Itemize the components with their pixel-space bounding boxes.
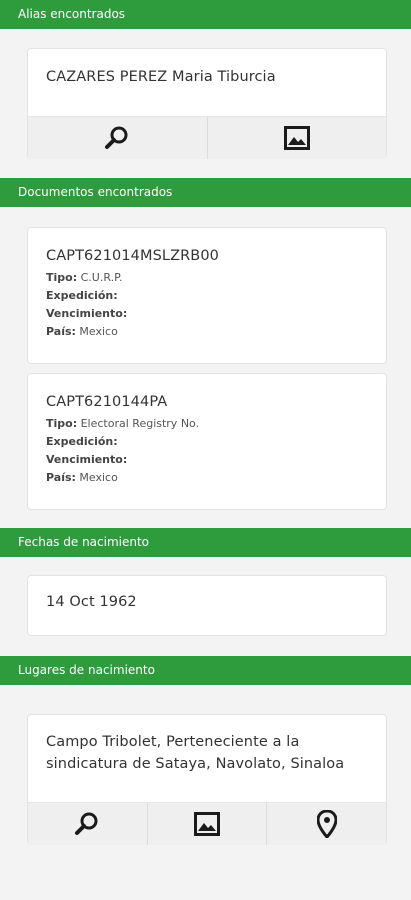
alias-actions xyxy=(28,116,386,159)
alias-search-button[interactable] xyxy=(28,117,207,159)
image-icon xyxy=(283,126,310,150)
alias-card: CAZARES PEREZ Maria Tiburcia xyxy=(27,48,387,159)
birth-places-section-header: Lugares de nacimiento xyxy=(0,656,411,685)
search-icon xyxy=(74,811,100,837)
alias-image-button[interactable] xyxy=(206,117,387,159)
search-icon xyxy=(104,125,130,151)
document-number: CAPT621014MSLZRB00 xyxy=(46,248,219,264)
document-expedicion: Expedición: xyxy=(46,289,118,302)
birth-date-card: 14 Oct 1962 xyxy=(27,575,387,636)
alias-section-header: Alias encontrados xyxy=(0,0,411,29)
map-pin-icon xyxy=(316,810,337,838)
birth-place-card: Campo Tribolet, Perteneciente a la sindi… xyxy=(27,714,387,845)
birth-place-map-button[interactable] xyxy=(266,803,386,845)
document-card: CAPT6210144PA Tipo: Electoral Registry N… xyxy=(27,373,387,510)
document-card: CAPT621014MSLZRB00 Tipo: C.U.R.P. Expedi… xyxy=(27,227,387,364)
alias-section: Alias encontrados CAZARES PEREZ Maria Ti… xyxy=(0,0,411,178)
document-pais: País: Mexico xyxy=(46,325,118,338)
birth-place-image-button[interactable] xyxy=(146,803,267,845)
birth-date: 14 Oct 1962 xyxy=(46,594,137,610)
birth-place: Campo Tribolet, Perteneciente a la sindi… xyxy=(46,734,345,772)
documents-section-header: Documentos encontrados xyxy=(0,178,411,207)
birth-place-search-button[interactable] xyxy=(28,803,147,845)
document-pais: País: Mexico xyxy=(46,471,118,484)
document-number: CAPT6210144PA xyxy=(46,394,168,410)
document-vencimiento: Vencimiento: xyxy=(46,307,128,320)
birth-dates-section: Fechas de nacimiento 14 Oct 1962 xyxy=(0,528,411,656)
birth-place-actions xyxy=(28,802,386,845)
document-vencimiento: Vencimiento: xyxy=(46,453,128,466)
document-expedicion: Expedición: xyxy=(46,435,118,448)
birth-places-section: Lugares de nacimiento Campo Tribolet, Pe… xyxy=(0,656,411,855)
documents-section: Documentos encontrados CAPT621014MSLZRB0… xyxy=(0,178,411,528)
document-tipo: Tipo: Electoral Registry No. xyxy=(46,417,200,430)
alias-name: CAZARES PEREZ Maria Tiburcia xyxy=(46,69,276,85)
document-tipo: Tipo: C.U.R.P. xyxy=(46,271,123,284)
birth-dates-section-header: Fechas de nacimiento xyxy=(0,528,411,557)
image-icon xyxy=(194,812,220,836)
